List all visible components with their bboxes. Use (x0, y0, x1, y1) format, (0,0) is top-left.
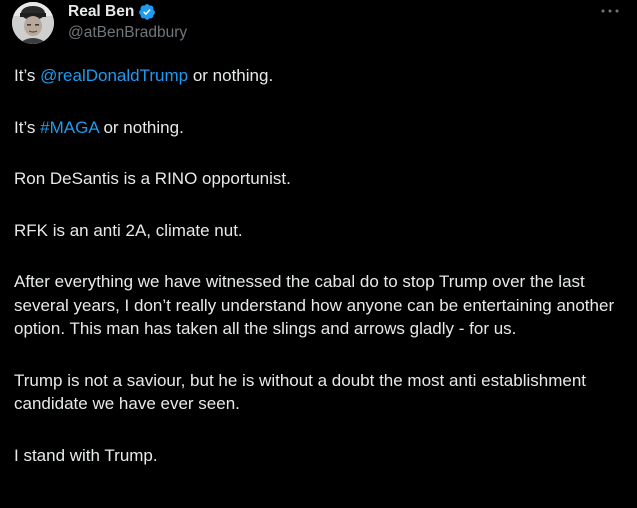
tweet-paragraph-7: I stand with Trump. (14, 445, 158, 465)
tweet-paragraph-6: Trump is not a saviour, but he is withou… (14, 370, 587, 414)
tweet-text-segment: It’s (14, 117, 41, 137)
tweet-paragraph-4: RFK is an anti 2A, climate nut. (14, 220, 243, 240)
author-display-name[interactable]: Real Ben (68, 3, 134, 21)
tweet-text: It’s @realDonaldTrump or nothing. It’s #… (14, 64, 629, 467)
tweet-text-segment: or nothing. (98, 117, 184, 137)
verified-badge-icon[interactable] (138, 3, 156, 21)
tweet-card[interactable]: Real Ben @atBenBradbury It’s @realDonald… (0, 0, 637, 508)
avatar[interactable] (12, 2, 54, 44)
author-handle[interactable]: @atBenBradbury (68, 24, 187, 42)
tweet-paragraph-5: After everything we have witnessed the c… (14, 272, 615, 338)
avatar-image (12, 2, 54, 44)
tweet-paragraph-2: It’s #MAGA or nothing. (14, 116, 629, 140)
tweet-paragraph-3: Ron DeSantis is a RINO opportunist. (14, 169, 291, 188)
tweet-text-segment: or nothing. (188, 66, 274, 85)
author-name-row: Real Ben (68, 3, 156, 21)
hashtag-link[interactable]: #MAGA (40, 118, 99, 137)
mention-link[interactable]: @realDonaldTrump (40, 66, 188, 85)
more-options-icon (601, 9, 619, 13)
more-options-button[interactable] (599, 3, 621, 19)
tweet-text-segment: It’s (14, 66, 41, 85)
tweet-paragraph-1: It’s @realDonaldTrump or nothing. (14, 64, 629, 88)
